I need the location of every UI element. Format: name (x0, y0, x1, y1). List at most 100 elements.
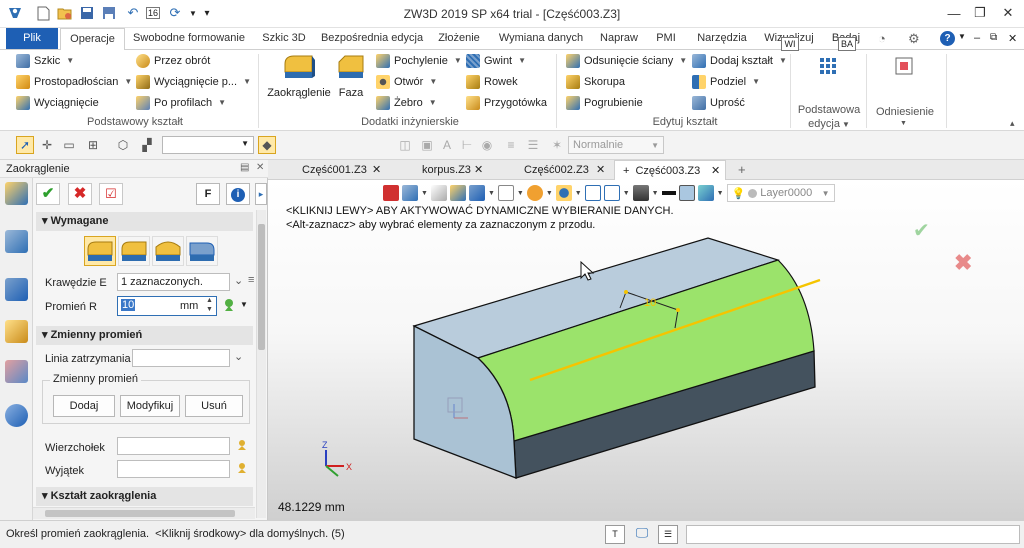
close-icon[interactable]: ✕ (711, 161, 720, 181)
ribbon-draft[interactable]: Pochylenie ▼ (376, 52, 462, 70)
radius-input[interactable]: 10 mm ▲ ▼ (117, 296, 217, 316)
fillet-type-edge-icon[interactable] (84, 236, 116, 266)
feature-panel-icon[interactable] (5, 182, 28, 205)
doc-tab-3[interactable]: Część002.Z3 ✕ (504, 160, 612, 180)
edges-field[interactable]: 1 zaznaczonych. (117, 273, 230, 291)
move-icon[interactable]: ✛ (38, 136, 56, 154)
ribbon-slot[interactable]: Rowek (466, 73, 518, 91)
close-icon[interactable]: ✕ (372, 160, 381, 180)
doc-tab-active[interactable]: + Część003.Z3 ✕ (614, 160, 726, 181)
history-tree-icon[interactable] (5, 278, 28, 301)
tab-data-exchange[interactable]: Wymiana danych (494, 28, 588, 49)
measure-icon[interactable] (222, 298, 236, 312)
ribbon-shell[interactable]: Skorupa (566, 73, 625, 91)
tab-assembly[interactable]: Złożenie (430, 28, 488, 49)
tab-direct-edit[interactable]: Bezpośrednia edycja (318, 28, 426, 49)
grid-snap-icon[interactable]: ⊞ (84, 136, 102, 154)
point-style-icon[interactable]: ✶ (548, 136, 566, 154)
scrollbar-thumb[interactable] (258, 224, 265, 350)
panel-scrollbar[interactable] (256, 210, 266, 518)
list-menu-icon[interactable]: ≡ (248, 274, 254, 286)
tab-tools[interactable]: Narzędzia (690, 28, 754, 49)
help-dropdown-icon[interactable]: ▼ (958, 32, 966, 41)
ribbon-sketch[interactable]: Szkic ▼ (16, 52, 74, 70)
3d-viewport[interactable]: ▼ ▼ ▼ ▼ ▼ ▼ ▼ ▼ 💡 Layer0000 ▼ <KLIKNIJ LEW… (268, 180, 1024, 520)
ribbon-revolve[interactable]: Przez obrót (136, 52, 210, 70)
settings-gear-icon[interactable]: ⚙ (908, 31, 920, 47)
tab-freeform[interactable]: Swobodne formowanie (130, 28, 248, 49)
status-text-icon[interactable]: T (605, 525, 625, 544)
filter-dropdown[interactable]: ▼ (162, 136, 254, 154)
pick-arrow-icon[interactable]: ➚ (16, 136, 34, 154)
tab-repair[interactable]: Napraw (594, 28, 644, 49)
fillet-shape-section-header[interactable]: ▾ Kształt zaokrąglenia (36, 487, 253, 506)
add-button[interactable]: Dodaj (53, 395, 115, 417)
user-icon[interactable] (5, 404, 28, 427)
doc-restore-button[interactable]: ⧉ (990, 32, 997, 43)
hscrollbar-thumb[interactable] (45, 510, 235, 517)
restore-button[interactable]: ❐ (966, 2, 994, 24)
filter-icon[interactable]: ▞ (138, 136, 156, 154)
basic-edit-grid-icon[interactable] (818, 56, 838, 76)
ribbon-rib[interactable]: Żebro ▼ (376, 94, 437, 112)
status-list-icon[interactable]: ☰ (658, 525, 678, 544)
tab-pmi[interactable]: PMI (650, 28, 682, 49)
vertex-field[interactable] (117, 437, 230, 455)
required-section-header[interactable]: ▾ Wymagane (36, 212, 253, 231)
minimize-button[interactable]: — (940, 2, 968, 24)
exception-pick-icon[interactable] (236, 462, 248, 474)
radius-stepper[interactable]: ▲ ▼ (206, 296, 213, 314)
viewport-ok-icon[interactable]: ✔ (913, 218, 930, 243)
doc-close-button[interactable]: ✕ (1008, 32, 1017, 45)
chevron-down-icon[interactable]: ▼ (900, 120, 907, 127)
panel-hscrollbar[interactable] (33, 507, 255, 519)
ribbon-simplify[interactable]: Uprość (692, 94, 745, 112)
panel-pin-icon[interactable]: ▤ (240, 162, 249, 173)
ribbon-split[interactable]: Podziel ▼ (692, 73, 760, 91)
expand-chevron-icon[interactable]: ⌄ (234, 274, 243, 287)
status-monitor-icon[interactable]: 🖵 (632, 525, 652, 544)
help-icon[interactable]: ? (940, 31, 955, 46)
box-tool-icon[interactable]: ▣ (418, 136, 436, 154)
fillet-type-face-icon[interactable] (118, 236, 150, 266)
expand-chevron-icon[interactable]: ⌄ (234, 350, 243, 363)
panel-close-icon[interactable]: ✕ (256, 162, 264, 173)
ribbon-offset-face[interactable]: Odsunięcie ściany ▼ (566, 52, 687, 70)
apply-button[interactable]: ☑ (99, 183, 123, 205)
vertex-pick-icon[interactable] (236, 439, 248, 451)
delete-button[interactable]: Usuń (185, 395, 243, 417)
ribbon-thicken[interactable]: Pogrubienie (566, 94, 643, 112)
info-button[interactable]: i (226, 183, 250, 205)
close-window-button[interactable]: ✕ (994, 2, 1022, 24)
ribbon-sweep[interactable]: Wyciągnięcie p... ▼ (136, 73, 251, 91)
command-input[interactable] (686, 525, 1020, 544)
fillet-type-full-icon[interactable] (152, 236, 184, 266)
style-select[interactable]: Normalnie ▼ (568, 136, 664, 154)
plane-icon[interactable]: ▭ (60, 136, 78, 154)
close-icon[interactable]: ✕ (596, 160, 605, 180)
ribbon-stock[interactable]: Przygotówka (466, 94, 547, 112)
doc-tab-1[interactable]: Część001.Z3 ✕ (294, 160, 388, 180)
cancel-button[interactable]: ✖ (68, 183, 92, 205)
tab-3d-sketch[interactable]: Szkic 3D (255, 28, 313, 49)
dashboard-icon[interactable]: ◔ (878, 31, 886, 46)
close-icon[interactable]: ✕ (474, 160, 483, 180)
modify-button[interactable]: Modyfikuj (120, 395, 180, 417)
fillet-type-vertex-icon[interactable] (186, 236, 218, 266)
text-tool-icon[interactable]: A (438, 136, 456, 154)
dimension-tool-icon[interactable]: ⊢ (458, 136, 476, 154)
line-width-icon[interactable]: ☰ (524, 136, 542, 154)
doc-minimize-button[interactable]: – (974, 32, 980, 44)
view-manager-icon[interactable] (5, 320, 28, 343)
drafting-icon[interactable]: ◫ (396, 136, 414, 154)
ribbon-fillet-big[interactable]: Zaokrąglenie (266, 52, 332, 112)
image-manager-icon[interactable] (5, 360, 28, 383)
f-button[interactable]: F (196, 183, 220, 205)
fillet-toolbar-icon[interactable]: ◆ (258, 136, 276, 154)
ribbon-loft[interactable]: Po profilach ▼ (136, 94, 226, 112)
collapse-ribbon-icon[interactable]: ▴ (1010, 118, 1015, 129)
ribbon-box[interactable]: Prostopadłościan ▼ (16, 73, 132, 91)
new-tab-button[interactable]: + (730, 160, 750, 180)
stop-line-field[interactable] (132, 349, 230, 367)
line-style-icon[interactable]: ≡ (502, 136, 520, 154)
